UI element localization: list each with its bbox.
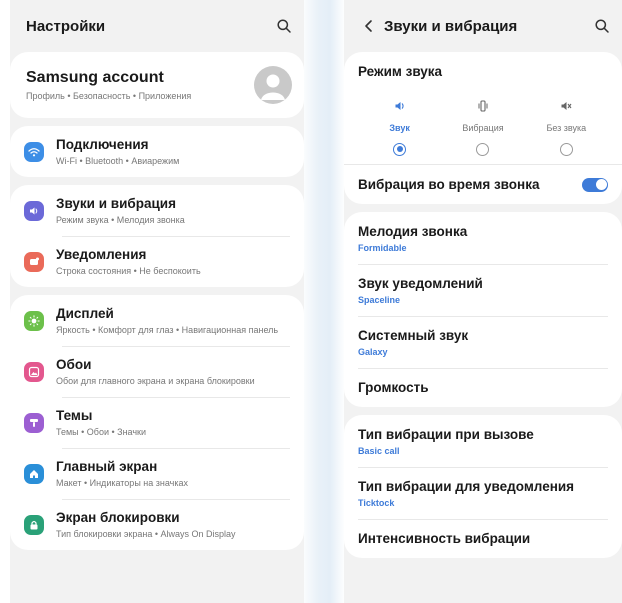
sound-mode-label: Вибрация	[462, 123, 504, 133]
wallpaper-icon	[24, 361, 44, 382]
settings-item-subtitle: Обои для главного экрана и экрана блокир…	[56, 376, 255, 386]
settings-list-item[interactable]: Громкость	[344, 368, 622, 407]
settings-item-title: Уведомления	[56, 247, 147, 262]
sounds-vibration-screen: Звуки и вибрация Режим звука Звук Вибраци…	[344, 0, 622, 603]
settings-list-item-value: Basic call	[358, 446, 400, 456]
settings-group-card: Подключения Wi-Fi • Bluetooth • Авиарежим	[10, 126, 304, 177]
sound-mode-options: Звук Вибрация Без звука	[358, 99, 608, 156]
settings-item-notification[interactable]: Уведомления Строка состояния • Не беспоко…	[10, 236, 304, 287]
sound-mode-label: Без звука	[546, 123, 587, 133]
settings-list-item-title: Мелодия звонка	[358, 224, 468, 239]
sound-mode-title: Режим звука	[358, 64, 443, 79]
settings-list-item[interactable]: Мелодия звонка Formidable	[344, 212, 622, 264]
settings-item-title: Темы	[56, 408, 93, 423]
settings-item-subtitle: Темы • Обои • Значки	[56, 427, 147, 437]
settings-screen: Настройки Samsung account Профиль • Безо…	[10, 0, 304, 603]
settings-item-title: Обои	[56, 357, 92, 372]
sound-mode-card: Режим звука Звук Вибрация Без звука Вибрац…	[344, 52, 622, 204]
settings-list-item-value: Galaxy	[358, 347, 388, 357]
settings-item-subtitle: Макет • Индикаторы на значках	[56, 478, 188, 488]
settings-item-wallpaper[interactable]: Обои Обои для главного экрана и экрана бл…	[10, 346, 304, 397]
settings-item-subtitle: Тип блокировки экрана • Always On Displa…	[56, 529, 236, 539]
settings-list-item-title: Тип вибрации для уведомления	[358, 479, 575, 494]
mute-icon	[559, 99, 573, 113]
account-subtitle: Профиль • Безопасность • Приложения	[26, 91, 192, 101]
settings-list-item-value: Spaceline	[358, 295, 401, 305]
settings-item-title: Подключения	[56, 137, 149, 152]
account-title: Samsung account	[26, 69, 164, 86]
settings-list-item-title: Системный звук	[358, 328, 469, 343]
settings-list-item[interactable]: Системный звук Galaxy	[344, 316, 622, 368]
settings-list-item-title: Интенсивность вибрации	[358, 531, 531, 546]
search-icon[interactable]	[276, 18, 292, 34]
sound-items-card: Мелодия звонка Formidable Звук уведомлений…	[344, 212, 622, 407]
settings-item-title: Главный экран	[56, 459, 158, 474]
home-icon	[24, 463, 44, 484]
sound-mode-option[interactable]: Вибрация	[441, 99, 524, 156]
settings-item-subtitle: Яркость • Комфорт для глаз • Навигационн…	[56, 325, 279, 335]
sound-mode-radio[interactable]	[393, 143, 407, 156]
settings-item-title: Дисплей	[56, 306, 114, 321]
settings-item-subtitle: Режим звука • Мелодия звонка	[56, 215, 185, 225]
vibrate-icon	[476, 99, 490, 113]
settings-item-title: Звуки и вибрация	[56, 196, 176, 211]
page-title: Звуки и вибрация	[384, 17, 518, 35]
search-icon[interactable]	[594, 18, 610, 34]
settings-item-wifi[interactable]: Подключения Wi-Fi • Bluetooth • Авиарежим	[10, 126, 304, 177]
vibrate-while-ringing-row[interactable]: Вибрация во время звонка	[344, 164, 622, 204]
settings-item-brightness[interactable]: Дисплей Яркость • Комфорт для глаз • Нави…	[10, 295, 304, 346]
sounds-app-bar: Звуки и вибрация	[344, 0, 622, 52]
samsung-account-card[interactable]: Samsung account Профиль • Безопасность •…	[10, 52, 304, 118]
settings-group-card: Дисплей Яркость • Комфорт для глаз • Нави…	[10, 295, 304, 550]
settings-list-item-value: Ticktock	[358, 498, 395, 508]
settings-list-item[interactable]: Интенсивность вибрации	[344, 519, 622, 558]
sound-mode-radio[interactable]	[559, 143, 573, 156]
notification-icon	[24, 251, 44, 272]
brightness-icon	[24, 310, 44, 331]
sound-mode-label: Звук	[389, 123, 410, 133]
settings-list-item-title: Громкость	[358, 380, 429, 395]
settings-list-item-title: Звук уведомлений	[358, 276, 483, 291]
sound-mode-option[interactable]: Без звука	[525, 99, 608, 156]
settings-item-title: Экран блокировки	[56, 510, 180, 525]
sound-mode-radio[interactable]	[476, 143, 490, 156]
themes-icon	[24, 412, 44, 433]
settings-list-item[interactable]: Звук уведомлений Spaceline	[344, 264, 622, 316]
settings-list-item-title: Тип вибрации при вызове	[358, 427, 534, 442]
lock-icon	[24, 514, 44, 535]
settings-list-item[interactable]: Тип вибрации для уведомления Ticktock	[344, 467, 622, 519]
volume-icon	[24, 200, 44, 221]
settings-item-subtitle: Строка состояния • Не беспокоить	[56, 266, 201, 276]
sound-mode-option[interactable]: Звук	[358, 99, 441, 156]
wifi-icon	[24, 141, 44, 162]
settings-list-item-value: Formidable	[358, 243, 407, 253]
settings-app-bar: Настройки	[10, 0, 304, 52]
vibrate-while-ringing-toggle[interactable]	[582, 177, 608, 192]
volume-icon	[393, 99, 407, 113]
vibration-items-card: Тип вибрации при вызове Basic call Тип виб…	[344, 415, 622, 558]
settings-item-lock[interactable]: Экран блокировки Тип блокировки экрана • …	[10, 499, 304, 550]
settings-list-item[interactable]: Тип вибрации при вызове Basic call	[344, 415, 622, 467]
back-arrow-icon[interactable]	[360, 17, 378, 35]
settings-item-volume[interactable]: Звуки и вибрация Режим звука • Мелодия зв…	[10, 185, 304, 236]
vibrate-while-ringing-label: Вибрация во время звонка	[358, 177, 540, 192]
settings-item-home[interactable]: Главный экран Макет • Индикаторы на значк…	[10, 448, 304, 499]
page-title: Настройки	[26, 17, 106, 35]
settings-item-subtitle: Wi-Fi • Bluetooth • Авиарежим	[56, 156, 180, 166]
settings-item-themes[interactable]: Темы Темы • Обои • Значки	[10, 397, 304, 448]
avatar[interactable]	[254, 66, 292, 104]
settings-group-card: Звуки и вибрация Режим звука • Мелодия зв…	[10, 185, 304, 287]
